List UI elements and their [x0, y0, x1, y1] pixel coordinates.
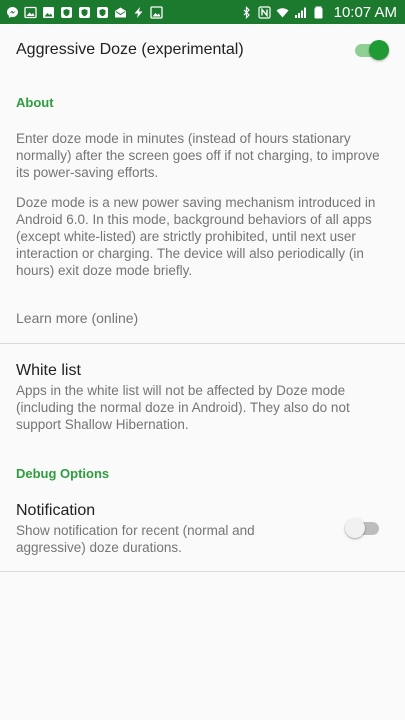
aggressive-doze-switch[interactable] [353, 40, 389, 60]
bluetooth-icon [240, 5, 253, 19]
white-list-title: White list [16, 362, 81, 379]
notification-switch[interactable] [345, 518, 381, 538]
white-list-summary: Apps in the white list will not be affec… [16, 383, 350, 432]
photo-icon [150, 5, 163, 19]
white-list-pref[interactable]: White list Apps in the white list will n… [0, 344, 405, 440]
shield-icon [78, 6, 91, 19]
signal-icon [294, 6, 307, 19]
messenger-icon [6, 6, 19, 19]
system-icons: 10:07 AM [240, 4, 397, 21]
aggressive-doze-pref[interactable]: Aggressive Doze (experimental) [0, 24, 405, 76]
notification-summary: Show notification for recent (normal and… [16, 523, 255, 555]
status-bar: 10:07 AM [0, 0, 405, 24]
image-icon [24, 6, 37, 19]
battery-icon [312, 6, 325, 19]
notification-pref[interactable]: Notification Show notification for recen… [0, 490, 405, 570]
switch-thumb [369, 40, 389, 60]
debug-category: Debug Options [0, 466, 405, 481]
nfc-icon [258, 5, 271, 19]
about-text-2: Doze mode is a new power saving mechanis… [0, 194, 405, 279]
clock: 10:07 AM [333, 3, 397, 21]
notification-title: Notification [16, 502, 96, 519]
debug-category-label: Debug Options [16, 466, 110, 481]
about-text-2-summary: Doze mode is a new power saving mechanis… [16, 195, 376, 278]
divider [0, 571, 405, 572]
switch-thumb [345, 518, 365, 538]
about-text-1: Enter doze mode in minutes (instead of h… [0, 130, 405, 181]
shield-icon [96, 6, 109, 19]
mail-icon [114, 6, 127, 19]
gallery-icon [42, 6, 55, 19]
about-category-label: About [16, 95, 54, 110]
notification-icons [6, 5, 163, 19]
bolt-icon [132, 6, 145, 19]
shield-icon [60, 6, 73, 19]
about-category: About [0, 95, 405, 110]
learn-more-pref[interactable]: Learn more (online) [0, 296, 405, 342]
learn-more-link[interactable]: Learn more (online) [16, 310, 138, 327]
wifi-icon [276, 6, 289, 19]
about-text-1-summary: Enter doze mode in minutes (instead of h… [16, 131, 380, 180]
aggressive-doze-title: Aggressive Doze (experimental) [16, 41, 244, 58]
